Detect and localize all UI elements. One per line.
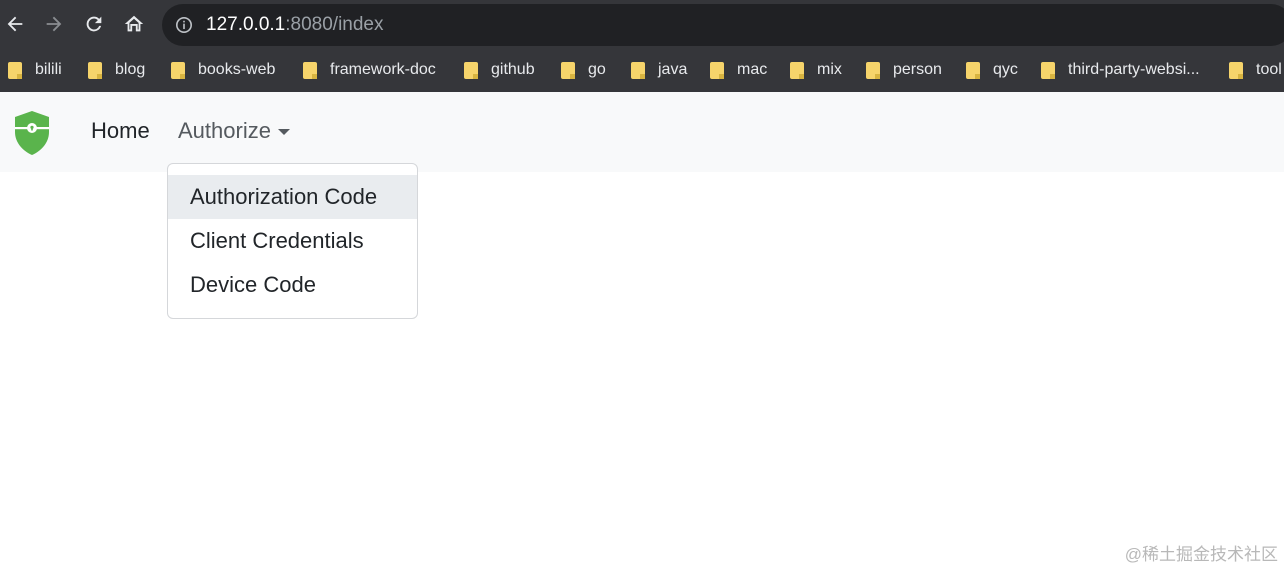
home-icon: [124, 15, 144, 32]
folder-icon: [866, 61, 880, 79]
reload-button[interactable]: [79, 9, 109, 39]
folder-icon: [8, 61, 22, 79]
url-path: :8080/index: [285, 14, 384, 35]
bookmark-folder[interactable]: tool: [1229, 58, 1282, 82]
nav-authorize-label: Authorize: [178, 118, 271, 143]
bookmark-folder[interactable]: person: [866, 58, 942, 82]
bookmark-label: person: [893, 61, 942, 78]
reload-icon: [86, 16, 102, 32]
bookmark-folder[interactable]: go: [561, 58, 606, 82]
browser-toolbar: 127.0.0.1:8080/index: [0, 0, 1284, 50]
folder-icon: [303, 61, 317, 79]
bookmark-label: bilili: [35, 61, 62, 78]
bookmark-label: go: [588, 61, 606, 78]
bookmark-folder[interactable]: framework-doc: [303, 58, 436, 82]
watermark: @稀土掘金技术社区: [1124, 545, 1278, 564]
folder-icon: [171, 61, 185, 79]
bookmark-label: github: [491, 61, 535, 78]
bookmark-folder[interactable]: qyc: [966, 58, 1018, 82]
dropdown-item-client-credentials[interactable]: Client Credentials: [168, 219, 417, 263]
folder-icon: [966, 61, 980, 79]
bookmark-folder[interactable]: books-web: [171, 58, 275, 82]
home-button[interactable]: [119, 9, 149, 39]
bookmark-folder[interactable]: java: [631, 58, 687, 82]
bookmark-label: third-party-websi...: [1068, 61, 1200, 78]
folder-icon: [790, 61, 804, 79]
bookmark-label: mix: [817, 61, 842, 78]
back-button[interactable]: [0, 9, 30, 39]
back-arrow-icon: [7, 16, 23, 32]
info-icon[interactable]: [175, 16, 193, 34]
bookmark-label: qyc: [993, 61, 1018, 78]
bookmark-label: framework-doc: [330, 61, 436, 78]
bookmark-label: tool: [1256, 61, 1282, 78]
folder-icon: [1041, 61, 1055, 79]
bookmark-folder[interactable]: bilili: [8, 58, 62, 82]
bookmark-label: java: [658, 61, 688, 78]
bookmark-label: mac: [737, 61, 768, 78]
nav-dropdown-authorize[interactable]: Authorize: [178, 118, 290, 144]
bookmark-folder[interactable]: third-party-websi...: [1041, 58, 1200, 82]
dropdown-item-authorization-code[interactable]: Authorization Code: [168, 175, 417, 219]
bookmarks-bar: bilili blog books-web framework-doc gith…: [0, 52, 1284, 88]
bookmark-folder[interactable]: github: [464, 58, 535, 82]
dropdown-item-device-code[interactable]: Device Code: [168, 263, 417, 307]
url-text[interactable]: 127.0.0.1:8080/index: [206, 13, 384, 37]
caret-down-icon: [277, 129, 290, 135]
authorize-dropdown-menu: Authorization Code Client Credentials De…: [167, 163, 418, 319]
forward-arrow-icon: [46, 16, 62, 32]
folder-icon: [464, 61, 478, 79]
bookmark-folder[interactable]: mix: [790, 58, 842, 82]
forward-button[interactable]: [39, 9, 69, 39]
bookmark-folder[interactable]: mac: [710, 58, 767, 82]
folder-icon: [1229, 61, 1243, 79]
url-host: 127.0.0.1: [206, 14, 286, 35]
bookmark-label: blog: [115, 61, 146, 78]
nav-link-home[interactable]: Home: [91, 118, 150, 144]
folder-icon: [631, 61, 645, 79]
bookmark-label: books-web: [198, 61, 276, 78]
folder-icon: [88, 61, 102, 79]
folder-icon: [561, 61, 575, 79]
browser-chrome: 127.0.0.1:8080/index bilili blog books-w…: [0, 0, 1284, 92]
bookmark-folder[interactable]: blog: [88, 58, 145, 82]
folder-icon: [710, 61, 724, 79]
shield-logo-icon[interactable]: [14, 110, 50, 156]
